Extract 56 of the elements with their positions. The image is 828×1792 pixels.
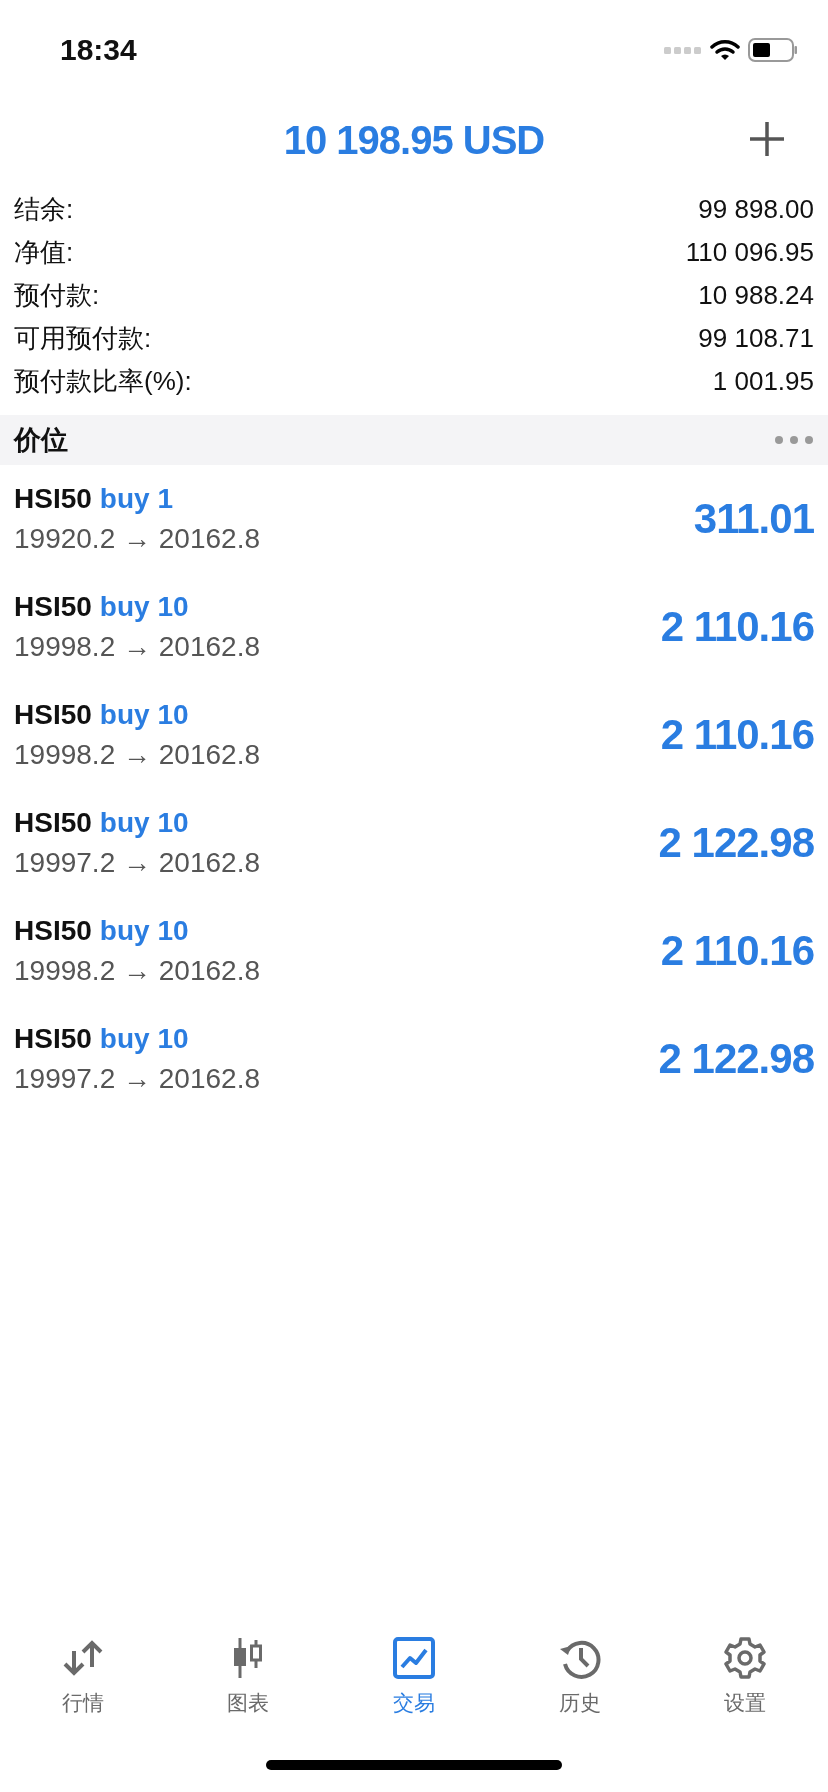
wifi-icon [710, 39, 740, 61]
position-profit: 2 110.16 [660, 711, 814, 759]
position-row[interactable]: HSI50 buy 10 19998.2 → 20162.8 2 110.16 [0, 573, 828, 681]
position-profit: 2 110.16 [660, 603, 814, 651]
summary-label: 结余: [14, 193, 74, 226]
summary-value: 1 001.95 [712, 366, 814, 397]
tab-bar-item[interactable]: 设置 [685, 1637, 806, 1717]
position-symbol: HSI50 [14, 591, 92, 623]
position-row[interactable]: HSI50 buy 1 19920.2 → 20162.8 311.01 [0, 465, 828, 573]
tab-bar-item[interactable]: 交易 [354, 1637, 474, 1717]
tab-bar-item[interactable]: 历史 [519, 1637, 640, 1717]
position-side: buy 10 [99, 591, 189, 623]
tab-bar-item[interactable]: 图表 [188, 1637, 309, 1717]
settings-icon [724, 1637, 767, 1679]
position-side: buy 10 [99, 1023, 189, 1055]
section-title: 价位 [14, 424, 68, 457]
more-icon[interactable] [774, 435, 814, 445]
position-symbol: HSI50 [14, 699, 92, 731]
position-profit: 2 122.98 [658, 1035, 814, 1083]
position-symbol: HSI50 [14, 807, 92, 839]
position-side: buy 10 [99, 699, 189, 731]
position-row[interactable]: HSI50 buy 10 19998.2 → 20162.8 2 110.16 [0, 681, 828, 789]
candlestick-icon [232, 1637, 265, 1679]
summary-label: 净值: [14, 236, 74, 269]
position-side: buy 1 [99, 483, 173, 515]
add-button[interactable] [748, 120, 786, 158]
position-prices: 19998.2 → 20162.8 [14, 739, 260, 771]
battery-icon [748, 38, 798, 62]
line-chart-icon [393, 1637, 435, 1679]
position-symbol: HSI50 [14, 483, 92, 515]
position-symbol: HSI50 [14, 1023, 92, 1055]
summary-label: 预付款: [14, 279, 100, 312]
position-side: buy 10 [99, 915, 189, 947]
summary-value: 10 988.24 [698, 280, 814, 311]
position-prices: 19997.2 → 20162.8 [14, 1063, 260, 1095]
tab-bar-item[interactable]: 行情 [22, 1637, 143, 1717]
summary-label: 预付款比率(%): [14, 365, 192, 398]
position-profit: 2 122.98 [658, 819, 814, 867]
position-prices: 19998.2 → 20162.8 [14, 955, 260, 987]
position-prices: 19997.2 → 20162.8 [14, 847, 260, 879]
summary-value: 99 898.00 [698, 194, 814, 225]
status-time: 18:34 [60, 33, 137, 67]
position-prices: 19998.2 → 20162.8 [14, 631, 260, 663]
position-row[interactable]: HSI50 buy 10 19998.2 → 20162.8 2 110.16 [0, 897, 828, 1005]
position-prices: 19920.2 → 20162.8 [14, 523, 260, 555]
account-balance-title: 10 198.95 USD [283, 117, 545, 163]
summary-label: 可用预付款: [14, 322, 152, 355]
position-row[interactable]: HSI50 buy 10 19997.2 → 20162.8 2 122.98 [0, 789, 828, 897]
signal-icon [664, 45, 702, 55]
position-profit: 311.01 [693, 495, 814, 543]
position-side: buy 10 [99, 807, 189, 839]
position-profit: 2 110.16 [660, 927, 814, 975]
summary-value: 99 108.71 [698, 323, 814, 354]
position-symbol: HSI50 [14, 915, 92, 947]
summary-value: 110 096.95 [685, 237, 814, 268]
position-row[interactable]: HSI50 buy 10 19997.2 → 20162.8 2 122.98 [0, 1005, 828, 1113]
